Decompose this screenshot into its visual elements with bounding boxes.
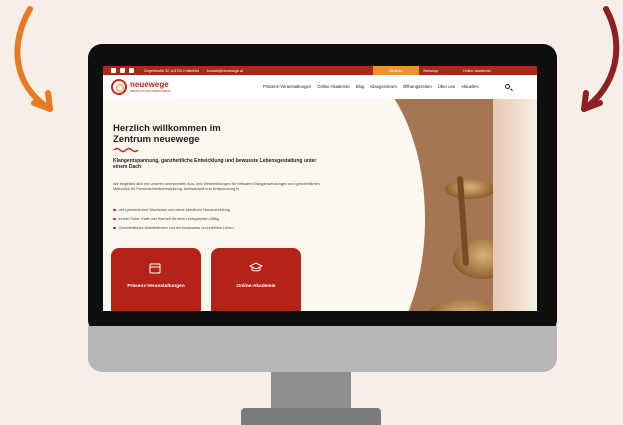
list-item: Ganzheitliches Wohlbefinden und ein bewu… — [113, 226, 234, 230]
logo-text[interactable]: neuewege — [130, 80, 169, 89]
email-link[interactable]: kontakt@neuewege.at — [207, 69, 243, 73]
logo-tagline: ZENTRUM FÜR LEBENSWEGE — [130, 89, 171, 93]
list-item: dein persönliches Wachstum und deine ber… — [113, 208, 230, 212]
hero-lead: Klangentspannung, ganzheitliche Entwickl… — [113, 158, 317, 171]
nav-item-online-akademie[interactable]: Online Akademie — [317, 84, 350, 89]
graduation-cap-icon — [249, 262, 263, 272]
orange-arrow-icon — [14, 6, 53, 112]
card-label: Präsenz-Veranstaltungen — [127, 284, 185, 289]
hero-title: Herzlich willkommen im Zentrum neuewege — [113, 123, 221, 145]
calendar-icon — [149, 263, 161, 274]
main-nav: neuewege ZENTRUM FÜR LEBENSWEGE Präsenz-… — [103, 75, 537, 99]
squiggle-icon — [113, 147, 139, 153]
card-praesenz[interactable]: Präsenz-Veranstaltungen — [111, 248, 201, 311]
nav-item-klangzentrum[interactable]: Klangzentrum — [370, 84, 397, 89]
hero-paragraph: Wir begleiten dich mit unseren anerkannt… — [113, 182, 320, 191]
facebook-icon[interactable] — [111, 68, 116, 73]
nav-item-ueber-uns[interactable]: Über uns — [438, 84, 455, 89]
monitor-chin — [88, 326, 557, 372]
card-label: Online-Akademie — [236, 284, 276, 289]
monitor-base — [241, 408, 381, 425]
website-screen: Ziegelstraße 32, A-8720 Knittelfeld kont… — [103, 66, 537, 311]
instagram-icon[interactable] — [120, 68, 125, 73]
nav-item-praesenz[interactable]: Präsenz-Veranstaltungen — [263, 84, 311, 89]
search-icon[interactable] — [505, 84, 510, 89]
nav-item-blog[interactable]: Blog — [356, 84, 365, 89]
address-text: Ziegelstraße 32, A-8720 Knittelfeld — [144, 68, 200, 73]
topbar-link-zentrum[interactable]: Zentrum — [373, 66, 419, 75]
nav-item-aktuelles[interactable]: Aktuelles — [461, 84, 478, 89]
card-online-akademie[interactable]: Online-Akademie — [211, 248, 301, 311]
youtube-icon[interactable] — [129, 68, 134, 73]
topbar-link-online-akademie[interactable]: Online-Akademie — [463, 66, 491, 75]
nav-item-oeffnungszeiten[interactable]: Öffnungszeiten — [403, 84, 432, 89]
logo-icon[interactable] — [111, 79, 127, 95]
topbar-link-webshop[interactable]: Webshop — [423, 66, 438, 75]
top-bar: Ziegelstraße 32, A-8720 Knittelfeld kont… — [103, 66, 537, 75]
list-item: innere Ruhe, Kraft und Klarheit für eine… — [113, 217, 219, 221]
red-arrow-icon — [581, 6, 620, 112]
person-photo — [493, 99, 537, 311]
